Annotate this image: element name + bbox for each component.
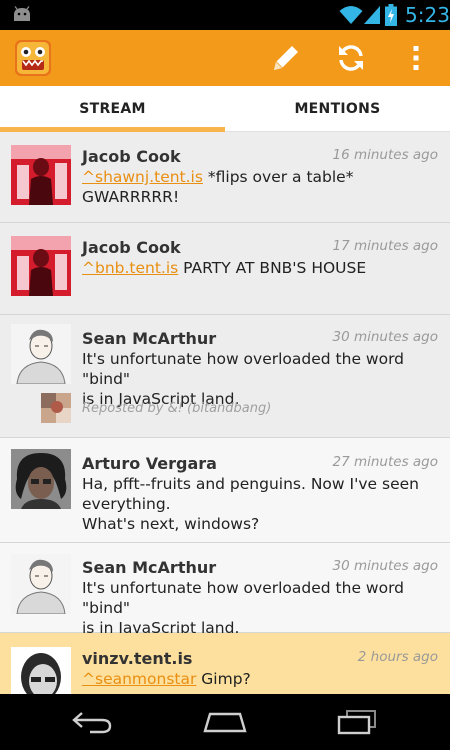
post-body-line: Ha, pfft--fruits and penguins. Now I've … xyxy=(82,475,419,493)
post-author[interactable]: vinzv.tent.is xyxy=(82,649,192,668)
overflow-menu-button[interactable] xyxy=(396,38,436,78)
avatar[interactable] xyxy=(11,647,71,694)
recent-apps-icon xyxy=(337,710,376,735)
wifi-icon xyxy=(339,6,363,24)
post-timestamp: 30 minutes ago xyxy=(332,558,438,574)
avatar[interactable] xyxy=(11,324,71,384)
post-item[interactable]: Arturo Vergara 27 minutes ago Ha, pfft--… xyxy=(0,438,450,543)
post-item[interactable]: Jacob Cook 17 minutes ago ^bnb.tent.is P… xyxy=(0,223,450,315)
post-timestamp: 2 hours ago xyxy=(357,649,438,665)
back-button[interactable] xyxy=(68,707,116,737)
post-timestamp: 27 minutes ago xyxy=(332,454,438,470)
post-author[interactable]: Sean McArthur xyxy=(82,329,216,348)
repost-avatar[interactable] xyxy=(41,393,71,423)
mention-link[interactable]: ^bnb.tent.is xyxy=(82,259,178,277)
android-notification-icon xyxy=(14,6,30,21)
clock: 5:23 xyxy=(405,3,450,27)
tab-bar: STREAM MENTIONS xyxy=(0,86,450,132)
tab-stream-label: STREAM xyxy=(79,101,146,117)
post-timestamp: 16 minutes ago xyxy=(332,147,438,163)
tab-mentions[interactable]: MENTIONS xyxy=(225,86,450,132)
tent-monster-logo-icon[interactable] xyxy=(14,39,52,77)
post-text: ^bnb.tent.is PARTY AT BNB'S HOUSE xyxy=(82,258,438,278)
status-bar: 5:23 xyxy=(0,0,450,30)
navigation-bar xyxy=(0,694,450,750)
avatar[interactable] xyxy=(11,449,71,509)
post-body-line: everything. xyxy=(82,495,171,513)
action-bar xyxy=(0,30,450,86)
post-item[interactable]: Sean McArthur 30 minutes ago It's unfort… xyxy=(0,315,450,438)
post-item[interactable]: Sean McArthur 30 minutes ago It's unfort… xyxy=(0,543,450,637)
post-text: ^shawnj.tent.is *flips over a table* GWA… xyxy=(82,167,438,207)
post-body: PARTY AT BNB'S HOUSE xyxy=(178,259,367,277)
post-timestamp: 30 minutes ago xyxy=(332,329,438,345)
mention-link[interactable]: ^seanmonstar xyxy=(82,670,196,688)
post-body: Gimp? xyxy=(196,670,251,688)
post-timestamp: 17 minutes ago xyxy=(332,238,438,254)
post-body-line: What's next, windows? xyxy=(82,515,260,533)
post-item-mention[interactable]: vinzv.tent.is 2 hours ago ^seanmonstar G… xyxy=(0,633,450,694)
overflow-menu-icon xyxy=(413,46,419,70)
avatar[interactable] xyxy=(11,145,71,205)
post-author[interactable]: Arturo Vergara xyxy=(82,454,217,473)
back-icon xyxy=(72,712,112,734)
post-text: It's unfortunate how overloaded the word… xyxy=(82,578,438,638)
recent-apps-button[interactable] xyxy=(333,707,381,737)
pencil-icon xyxy=(274,46,298,70)
post-text: It's unfortunate how overloaded the word… xyxy=(82,349,438,409)
refresh-icon xyxy=(339,45,363,71)
compose-button[interactable] xyxy=(266,38,306,78)
post-author[interactable]: Jacob Cook xyxy=(82,147,181,166)
post-text: Ha, pfft--fruits and penguins. Now I've … xyxy=(82,474,438,534)
home-icon xyxy=(203,712,247,733)
refresh-button[interactable] xyxy=(331,38,371,78)
post-text: ^seanmonstar Gimp? xyxy=(82,669,438,689)
tab-stream[interactable]: STREAM xyxy=(0,86,225,132)
signal-icon xyxy=(364,6,380,24)
home-button[interactable] xyxy=(201,707,249,737)
mention-link[interactable]: ^shawnj.tent.is xyxy=(82,168,203,186)
tab-mentions-label: MENTIONS xyxy=(294,101,381,117)
post-stream[interactable]: Jacob Cook 16 minutes ago ^shawnj.tent.i… xyxy=(0,132,450,694)
post-author[interactable]: Jacob Cook xyxy=(82,238,181,257)
post-author[interactable]: Sean McArthur xyxy=(82,558,216,577)
avatar[interactable] xyxy=(11,554,71,614)
post-body-line: It's unfortunate how overloaded the word… xyxy=(82,579,405,617)
post-item[interactable]: Jacob Cook 16 minutes ago ^shawnj.tent.i… xyxy=(0,132,450,223)
battery-icon xyxy=(385,4,397,26)
repost-label: Reposted by &! (bitandbang) xyxy=(82,401,272,416)
post-body-line: It's unfortunate how overloaded the word… xyxy=(82,350,405,388)
avatar[interactable] xyxy=(11,236,71,296)
